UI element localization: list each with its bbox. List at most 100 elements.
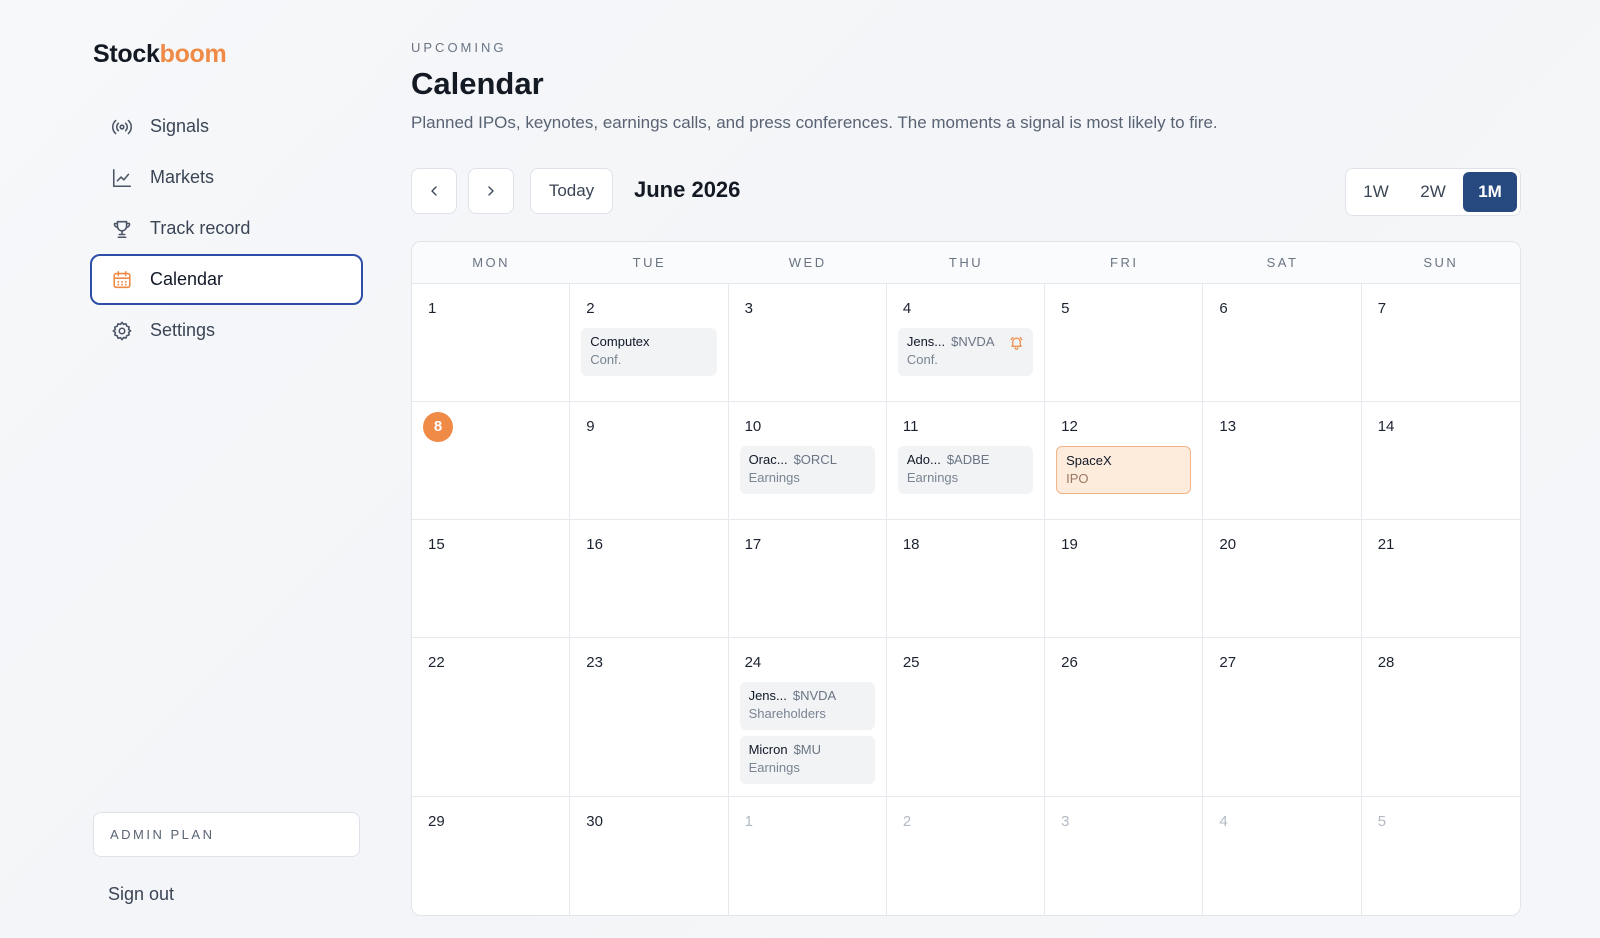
day-cell[interactable]: 6 — [1203, 284, 1362, 402]
day-cell[interactable]: 9 — [570, 402, 729, 520]
event-ticker: $NVDA — [792, 688, 837, 703]
sidebar-item-settings[interactable]: Settings — [90, 305, 363, 356]
sidebar-item-label: Markets — [150, 167, 215, 187]
day-cell[interactable]: 10 Orac... $ORCL Earnings — [728, 402, 887, 520]
day-cell[interactable]: 16 — [570, 520, 729, 638]
event-ticker: $ADBE — [946, 452, 990, 467]
day-number: 14 — [1377, 418, 1395, 435]
brand-logo[interactable]: Stockboom — [93, 40, 227, 69]
day-cell[interactable]: 3 — [728, 284, 887, 402]
day-cell[interactable]: 5 — [1362, 797, 1520, 915]
calendar-event[interactable]: SpaceX IPO — [1056, 446, 1192, 494]
weekday-label: SUN — [1423, 255, 1459, 270]
broadcast-icon — [110, 115, 134, 139]
range-2w-button[interactable]: 2W — [1406, 172, 1460, 212]
weekday-label: SAT — [1266, 255, 1299, 270]
brand-part-1: Stock — [93, 40, 160, 68]
calendar-event[interactable]: Jens... $NVDA Shareholders — [739, 682, 875, 730]
day-cell[interactable]: 29 — [412, 797, 571, 915]
calendar-event[interactable]: Ado... $ADBE Earnings — [897, 446, 1034, 494]
day-cell[interactable]: 4 Jens... $NVDA Conf. — [886, 284, 1046, 402]
day-cell[interactable]: 22 — [412, 638, 571, 797]
calendar-event[interactable]: Computex Conf. — [581, 328, 717, 376]
day-cell[interactable]: 20 — [1203, 520, 1362, 638]
event-type: Earnings — [748, 760, 800, 775]
weekday-label: THU — [948, 255, 984, 270]
day-number: 4 — [1219, 813, 1228, 830]
day-number: 9 — [586, 418, 595, 435]
day-number: 1 — [744, 813, 753, 830]
calendar-grid: 1 2 Computex Conf. 3 4 Jens... $NVDA Conf. 5 6 7 8 9 1… — [412, 284, 1520, 915]
calendar-icon — [110, 268, 134, 292]
day-number: 17 — [744, 536, 762, 553]
day-cell[interactable]: 12 SpaceX IPO — [1045, 402, 1204, 520]
day-cell[interactable]: 11 Ado... $ADBE Earnings — [886, 402, 1046, 520]
day-cell[interactable]: 23 — [570, 638, 729, 797]
day-cell[interactable]: 19 — [1045, 520, 1204, 638]
bell-alert-icon[interactable] — [1009, 335, 1024, 355]
chevron-left-icon — [431, 186, 437, 196]
day-number: 19 — [1061, 536, 1078, 553]
day-cell[interactable]: 24 Jens... $NVDA Shareholders Micron $MU Earni… — [728, 638, 887, 797]
day-number: 5 — [1061, 300, 1070, 317]
calendar-event[interactable]: Jens... $NVDA Conf. — [897, 328, 1034, 376]
day-cell[interactable]: 27 — [1203, 638, 1362, 797]
day-number: 5 — [1377, 813, 1387, 830]
event-name: Micron — [748, 742, 788, 757]
range-1m-button[interactable]: 1M — [1463, 172, 1517, 212]
previous-month-button[interactable] — [411, 168, 457, 214]
sidebar-item-track-record[interactable]: Track record — [90, 203, 363, 254]
day-cell[interactable]: 8 — [412, 402, 571, 520]
day-cell[interactable]: 15 — [412, 520, 571, 638]
next-month-button[interactable] — [468, 168, 514, 214]
sidebar-item-signals[interactable]: Signals — [90, 101, 363, 152]
day-number: 28 — [1377, 654, 1395, 671]
sign-out-link[interactable]: Sign out — [108, 884, 174, 905]
day-number: 4 — [902, 300, 912, 317]
day-cell[interactable]: 14 — [1361, 402, 1520, 520]
day-number: 10 — [744, 418, 762, 435]
day-cell[interactable]: 25 — [886, 638, 1046, 797]
weekday-header: MON TUE WED THU FRI SAT SUN — [412, 242, 1520, 284]
day-cell[interactable]: 2 — [887, 797, 1046, 915]
sidebar-nav: Signals Markets Track record Calendar Se… — [90, 101, 363, 356]
weekday-label: FRI — [1110, 255, 1139, 270]
day-number: 7 — [1377, 300, 1387, 317]
range-1w-button[interactable]: 1W — [1349, 172, 1403, 212]
sidebar-item-calendar[interactable]: Calendar — [90, 254, 363, 305]
day-cell[interactable]: 5 — [1045, 284, 1204, 402]
today-button[interactable]: Today — [530, 168, 613, 214]
sidebar-item-label: Signals — [150, 116, 210, 136]
day-number: 12 — [1061, 418, 1078, 435]
brand-part-2: boom — [159, 40, 227, 68]
day-cell[interactable]: 2 Computex Conf. — [570, 284, 729, 402]
page-subtitle: Planned IPOs, keynotes, earnings calls, … — [411, 113, 1218, 132]
day-number: 1 — [428, 300, 437, 317]
sidebar-item-markets[interactable]: Markets — [90, 152, 363, 203]
day-number: 11 — [902, 418, 919, 435]
event-name: SpaceX — [1066, 453, 1112, 468]
calendar-event[interactable]: Orac... $ORCL Earnings — [739, 446, 875, 494]
plan-badge: ADMIN PLAN — [93, 812, 360, 857]
day-number: 22 — [428, 654, 445, 671]
day-number: 26 — [1061, 654, 1078, 671]
day-cell[interactable]: 7 — [1361, 284, 1520, 402]
day-cell[interactable]: 4 — [1203, 797, 1362, 915]
day-cell[interactable]: 30 — [570, 797, 729, 915]
day-cell[interactable]: 3 — [1045, 797, 1204, 915]
day-number: 3 — [744, 300, 753, 317]
day-cell[interactable]: 18 — [886, 520, 1046, 638]
day-cell[interactable]: 1 — [412, 284, 571, 402]
day-cell[interactable]: 1 — [729, 797, 887, 915]
day-cell[interactable]: 13 — [1203, 402, 1362, 520]
calendar-event[interactable]: Micron $MU Earnings — [739, 736, 875, 784]
day-number: 2 — [586, 300, 595, 317]
event-name: Orac... — [748, 452, 788, 467]
day-cell[interactable]: 28 — [1361, 638, 1520, 797]
calendar-toolbar: Today June 2026 1W 2W 1M — [411, 168, 1521, 216]
day-cell[interactable]: 26 — [1045, 638, 1204, 797]
range-selector: 1W 2W 1M — [1345, 168, 1521, 216]
day-cell[interactable]: 21 — [1361, 520, 1520, 638]
event-type: Conf. — [590, 352, 622, 367]
day-cell[interactable]: 17 — [728, 520, 887, 638]
